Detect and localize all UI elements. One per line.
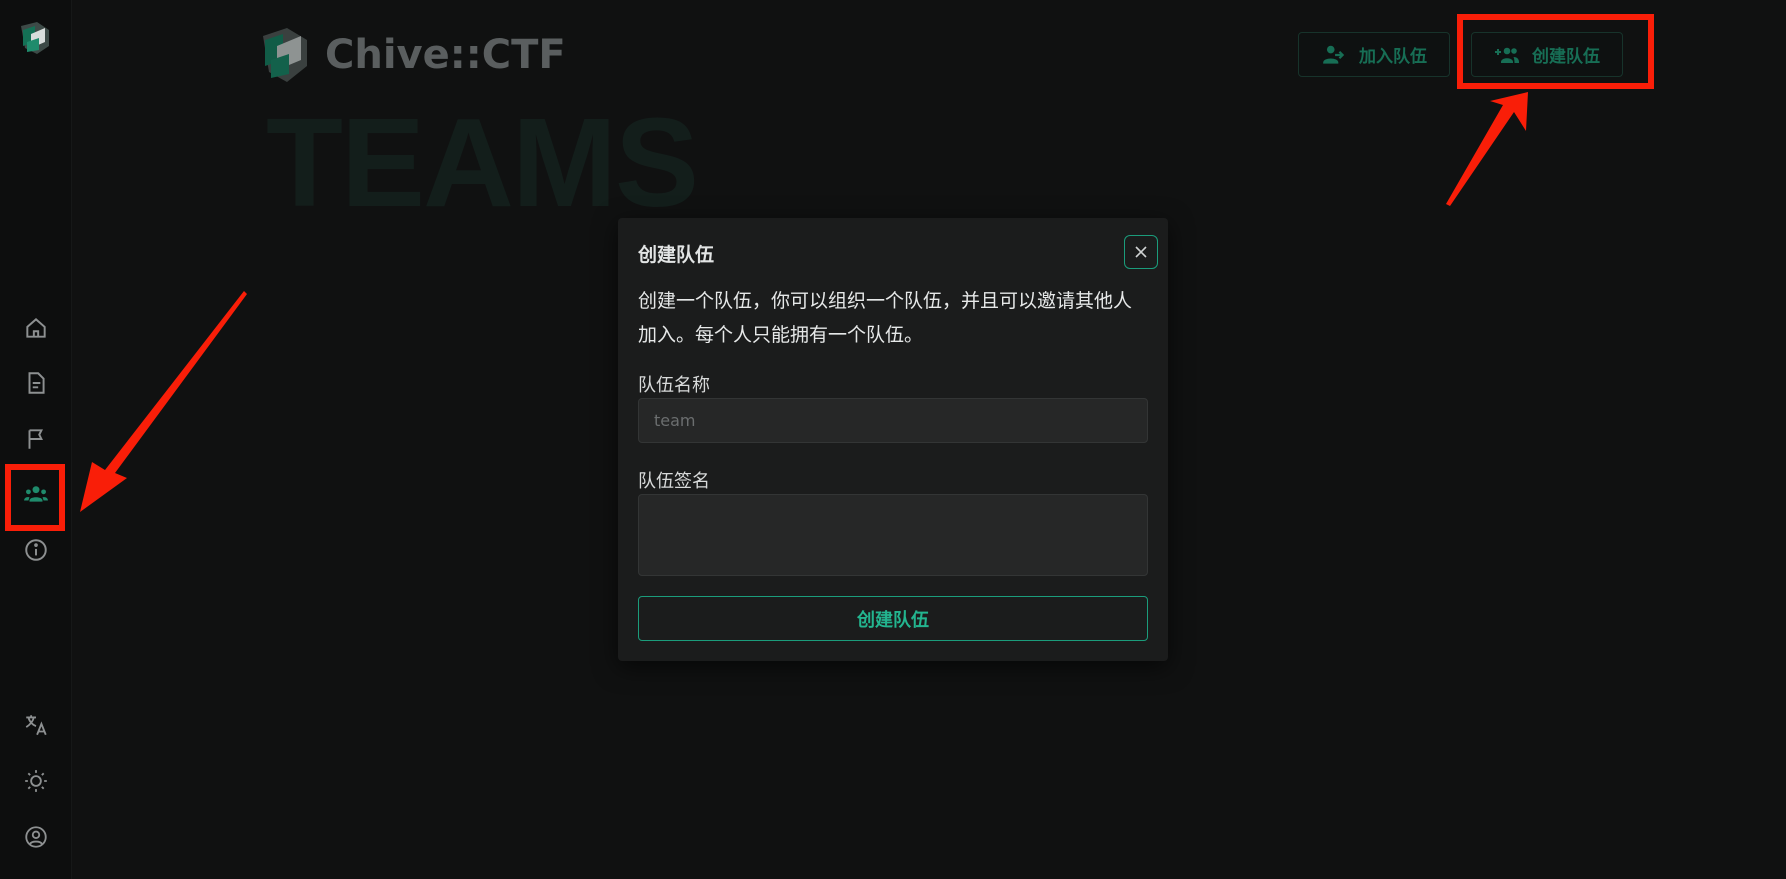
annotation-arrow-sidebar <box>80 291 247 512</box>
annotation-arrow-header <box>1446 92 1528 206</box>
annotation-arrows <box>80 92 1528 512</box>
